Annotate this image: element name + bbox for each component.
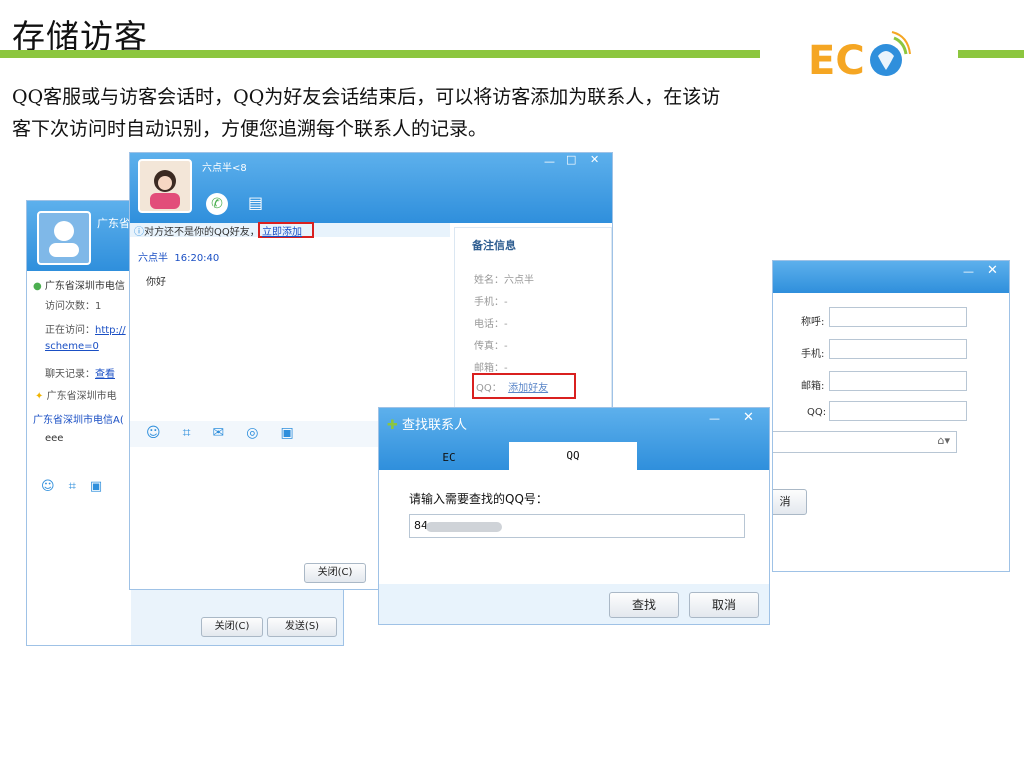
file-transfer-icon[interactable]: ▤: [248, 193, 268, 215]
note-name: 姓名：六点半: [474, 275, 534, 286]
bulb-icon: ✦: [35, 391, 44, 402]
visitor-location: ● 广东省深圳市电信: [33, 281, 125, 292]
title-underline: [0, 50, 760, 58]
info-icon: ⓘ: [134, 227, 144, 238]
visitor-close-button[interactable]: 关闭(C): [201, 617, 263, 637]
note-email: 邮箱：-: [474, 363, 508, 374]
field-label-email: 邮箱:: [801, 381, 825, 392]
message-text: 你好: [146, 277, 166, 288]
visitor-header-name: 广东省: [97, 217, 130, 230]
chat-record-row: 聊天记录：查看: [45, 369, 115, 380]
contact-avatar: [138, 159, 192, 213]
field-label-name: 称呼:: [801, 317, 825, 328]
smiley-icon[interactable]: ☺: [41, 479, 69, 494]
chat-image-icon[interactable]: ▣: [280, 425, 315, 441]
chat-bubble-icon[interactable]: ✉: [213, 425, 247, 441]
chat-toolbar-icons: ☺⌗✉◎▣: [146, 425, 316, 441]
friend-notice: ⓘ对方还不是你的QQ好友，: [134, 227, 260, 238]
image-icon[interactable]: ▣: [90, 479, 116, 494]
visitor-avatar: [37, 211, 91, 265]
visitor-message: eee: [45, 433, 64, 444]
find-button[interactable]: 查找: [609, 592, 679, 618]
chat-music-icon[interactable]: ◎: [246, 425, 280, 441]
chat-minimize-icon[interactable]: —: [544, 155, 555, 168]
qq-number-input[interactable]: 84: [409, 514, 745, 538]
hint-row: ✦ 广东省深圳市电: [35, 391, 117, 402]
find-minimize-icon[interactable]: —: [709, 412, 720, 425]
qq-number-prompt: 请输入需要查找的QQ号：: [409, 492, 548, 506]
visit-count: 访问次数：1: [45, 301, 102, 312]
tab-ec[interactable]: EC: [399, 446, 499, 470]
qq-row: QQ： 添加好友: [476, 383, 549, 394]
chat-maximize-icon[interactable]: □: [566, 153, 576, 166]
find-dialog-title-row: ✚ 查找联系人: [387, 418, 468, 433]
chat-crop-icon[interactable]: ⌗: [183, 425, 213, 441]
redaction-blur: [426, 522, 502, 532]
find-cancel-button[interactable]: 取消: [689, 592, 759, 618]
body-text-line2: 客下次访问时自动识别，方便您追溯每个联系人的记录。: [12, 118, 488, 140]
mobile-field[interactable]: [829, 339, 967, 359]
contact-cancel-button[interactable]: 消: [773, 489, 807, 515]
scheme-link[interactable]: scheme=0: [45, 341, 99, 352]
crop-icon[interactable]: ⌗: [69, 479, 90, 494]
eco-logo: EC: [806, 26, 916, 86]
visiting-row: 正在访问：http://: [45, 325, 126, 336]
source-line: 广东省深圳市电信A(: [33, 415, 124, 426]
chat-close-icon[interactable]: ✕: [590, 153, 599, 166]
qq-field[interactable]: [829, 401, 967, 421]
add-friend-link[interactable]: 添加好友: [508, 383, 548, 394]
notes-title: 备注信息: [472, 239, 516, 252]
add-contact-icon: ✚: [387, 418, 398, 433]
body-text-line1: QQ客服或与访客会话时，QQ为好友会话结束后，可以将访客添加为联系人，在该访: [12, 86, 721, 108]
chat-close-button[interactable]: 关闭(C): [304, 563, 366, 583]
field-label-mobile: 手机:: [801, 349, 825, 360]
note-phone: 电话：-: [474, 319, 508, 330]
find-contact-dialog: ✚ 查找联系人 — ✕ EC QQ 请输入需要查找的QQ号： 84 查找 取消: [378, 407, 770, 625]
phone-icon[interactable]: ✆: [206, 193, 228, 215]
title-underline-right: [958, 50, 1024, 58]
add-now-link[interactable]: 立即添加: [262, 223, 302, 238]
chat-smiley-icon[interactable]: ☺: [146, 425, 183, 441]
email-field[interactable]: [829, 371, 967, 391]
minimize-icon[interactable]: —: [963, 265, 974, 278]
tab-qq[interactable]: QQ: [509, 442, 637, 470]
message-header: 六点半 16:20:40: [138, 253, 220, 264]
find-close-icon[interactable]: ✕: [743, 410, 754, 425]
location-select[interactable]: ⌂▾: [773, 431, 957, 453]
note-fax: 传真：-: [474, 341, 508, 352]
chat-input[interactable]: [130, 449, 378, 559]
chat-record-link[interactable]: 查看: [95, 369, 115, 380]
home-dropdown-icon: ⌂▾: [937, 434, 950, 447]
visitor-send-button[interactable]: 发送(S): [267, 617, 337, 637]
note-mobile: 手机：-: [474, 297, 508, 308]
logo-text: EC: [808, 38, 865, 84]
name-field[interactable]: [829, 307, 967, 327]
field-label-qq: QQ:: [807, 407, 827, 418]
visiting-link[interactable]: http://: [95, 325, 126, 336]
contact-form-window: — ✕ 称呼: 手机: 邮箱: QQ: ⌂▾ 消: [772, 260, 1010, 572]
close-icon[interactable]: ✕: [987, 263, 998, 278]
visitor-toolbar: ☺⌗▣: [41, 479, 116, 494]
contact-name: 六点半<8: [202, 163, 247, 174]
